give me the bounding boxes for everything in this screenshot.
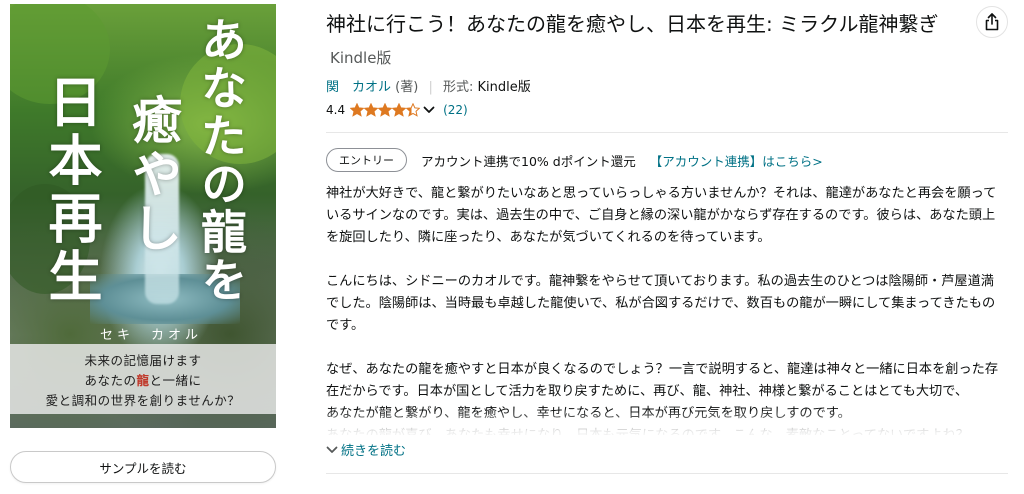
chevron-down-icon xyxy=(326,446,338,453)
star-icon xyxy=(364,103,379,117)
read-sample-button[interactable]: サンプルを読む xyxy=(10,451,276,483)
byline: 関 カオル (著) | 形式: Kindle版 xyxy=(326,76,531,95)
cover-tagline-2b: と一緒に xyxy=(149,373,202,388)
rating-count-link[interactable]: (22) xyxy=(443,103,468,117)
description-paragraph-1: 神社が大好きで、龍と繋がりたいなあと思っていらっしゃる方いませんか？それは、龍達… xyxy=(326,186,997,245)
product-title-text: 神社に行こう！あなたの龍を癒やし、日本を再生: ミラクル龍神繋ぎ xyxy=(326,12,939,36)
cover-tagline-band: 未来の記憶届けます あなたの龍と一緒に 愛と調和の世界を創りませんか？ xyxy=(10,344,276,414)
product-format-label: Kindle版 xyxy=(330,49,392,67)
share-icon xyxy=(985,13,999,31)
section-divider xyxy=(326,132,1008,133)
cover-author: セキ カオル xyxy=(100,328,203,343)
bottom-divider xyxy=(326,473,1008,474)
star-icon xyxy=(406,103,421,117)
read-more-label: 続きを読む xyxy=(341,444,407,459)
rating-summary[interactable]: 4.4 (22) xyxy=(326,103,468,117)
cover-tagline-2: あなたの龍と一緒に xyxy=(10,371,276,391)
book-description: 神社が大好きで、龍と繋がりたいなあと思っていらっしゃる方いませんか？それは、龍達… xyxy=(326,183,1006,435)
cover-tagline-1: 未来の記憶届けます xyxy=(84,353,202,368)
author-link[interactable]: 関 カオル xyxy=(326,80,391,95)
cover-title-line-1: あなたの龍を xyxy=(194,16,248,304)
cover-title-line-2: 癒やし xyxy=(124,94,183,256)
rating-stars xyxy=(350,103,421,117)
format-prefix: 形式: xyxy=(442,80,474,95)
author-role: (著) xyxy=(395,80,419,95)
read-more-link[interactable]: 続きを読む xyxy=(326,440,406,459)
cover-tagline-3: 愛と調和の世界を創りませんか？ xyxy=(45,393,241,408)
account-link[interactable]: 【アカウント連携】はこちら> xyxy=(650,151,823,170)
byline-divider: | xyxy=(428,80,433,95)
format-value: Kindle版 xyxy=(477,80,531,95)
promo-row: エントリー アカウント連携で10% dポイント還元 【アカウント連携】はこちら> xyxy=(326,148,823,172)
star-icon xyxy=(392,103,407,117)
description-paragraph-2: こんにちは、シドニーのカオルです。龍神繋をやらせて頂いております。私の過去生のひ… xyxy=(326,274,996,333)
cover-tagline-2a: あなたの xyxy=(84,373,137,388)
cover-tagline-dragon: 龍 xyxy=(136,373,150,388)
product-title: 神社に行こう！あなたの龍を癒やし、日本を再生: ミラクル龍神繋ぎ Kindle版 xyxy=(326,8,966,74)
description-fade xyxy=(326,410,1006,440)
share-button[interactable] xyxy=(976,6,1008,38)
book-cover[interactable]: あなたの龍を 癒やし 日本再生 セキ カオル 未来の記憶届けます あなたの龍と一… xyxy=(10,4,276,428)
chevron-down-icon[interactable] xyxy=(423,105,435,115)
entry-badge[interactable]: エントリー xyxy=(326,148,407,172)
rating-score: 4.4 xyxy=(326,103,346,117)
promo-text: アカウント連携で10% dポイント還元 xyxy=(421,153,636,169)
star-icon xyxy=(378,103,393,117)
cover-title-line-3: 日本再生 xyxy=(39,74,103,306)
star-icon xyxy=(350,103,365,117)
